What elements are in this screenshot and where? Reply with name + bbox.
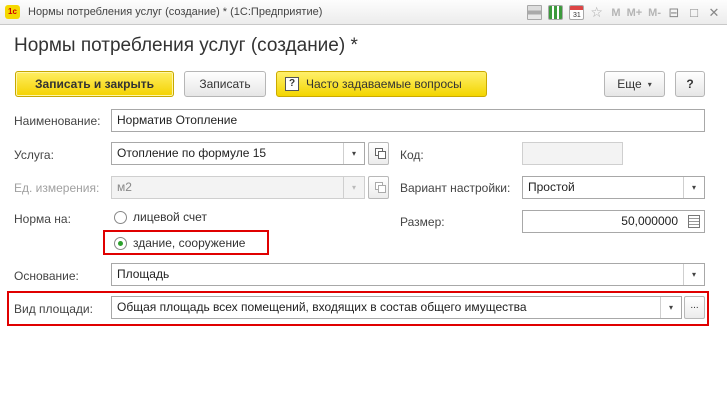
size-value: 50,000000 [621,214,678,228]
service-select[interactable]: Отопление по формуле 15 ▾ [111,142,365,165]
help-label: ? [686,77,694,91]
setup-variant-select[interactable]: Простой ▾ [522,176,705,199]
memory-m-plus-button[interactable]: M+ [627,7,643,19]
code-label: Код: [400,148,424,162]
highlight-box [7,291,709,326]
unit-open-button [368,176,389,199]
setup-variant-value: Простой [528,180,575,194]
service-open-button[interactable] [368,142,389,165]
radio-personal-account[interactable]: лицевой счет [114,210,207,224]
radio-personal-account-label: лицевой счет [133,210,207,224]
save-and-close-label: Записать и закрыть [35,77,154,91]
save-button[interactable]: Записать [184,71,266,97]
name-label: Наименование: [14,114,101,128]
size-input[interactable]: 50,000000 [522,210,705,233]
basis-select[interactable]: Площадь ▾ [111,263,705,286]
app-logo-icon: 1c [5,5,20,19]
highlight-box [103,230,269,255]
name-input[interactable]: Норматив Отопление [111,109,705,132]
save-label: Записать [199,77,251,91]
chevron-down-icon: ▾ [343,177,364,198]
service-label: Услуга: [14,148,54,162]
memory-m-button[interactable]: M [611,7,620,19]
unit-select: м2 ▾ [111,176,365,199]
favorite-star-icon[interactable]: ☆ [590,5,605,20]
window-title: Нормы потребления услуг (создание) * (1С… [28,6,323,18]
faq-button[interactable]: ? Часто задаваемые вопросы [276,71,487,97]
more-label: Еще [617,77,642,91]
faq-label: Часто задаваемые вопросы [306,77,462,91]
memory-m-minus-button[interactable]: M- [648,7,661,19]
norm-for-label: Норма на: [14,212,71,226]
minimize-button[interactable]: ⊟ [667,5,681,21]
more-button[interactable]: Еще ▾ [604,71,665,97]
calculator-icon[interactable] [548,5,564,20]
chevron-down-icon[interactable]: ▾ [683,264,704,285]
code-input[interactable] [522,142,623,165]
save-and-close-button[interactable]: Записать и закрыть [15,71,174,97]
chevron-down-icon[interactable]: ▾ [343,143,364,164]
basis-value: Площадь [117,267,170,281]
chevron-down-icon: ▾ [647,79,652,89]
size-label: Размер: [400,215,445,229]
close-button[interactable]: ✕ [707,5,721,21]
unit-value: м2 [117,180,132,194]
question-icon: ? [285,77,299,91]
calculator-icon[interactable] [688,215,700,228]
print-icon[interactable] [527,5,543,20]
unit-label: Ед. измерения: [14,181,100,195]
titlebar-tools: 31 ☆ M M+ M- ⊟ □ ✕ [527,4,721,21]
window-titlebar: 1c Нормы потребления услуг (создание) * … [0,0,727,25]
basis-label: Основание: [14,269,79,283]
setup-variant-label: Вариант настройки: [400,181,511,195]
chevron-down-icon[interactable]: ▾ [683,177,704,198]
radio-off-icon [114,210,127,224]
service-value: Отопление по формуле 15 [117,146,267,160]
calendar-icon[interactable]: 31 [569,5,585,20]
form-title: Нормы потребления услуг (создание) * [14,35,358,56]
maximize-button[interactable]: □ [687,5,701,20]
help-button[interactable]: ? [675,71,705,97]
